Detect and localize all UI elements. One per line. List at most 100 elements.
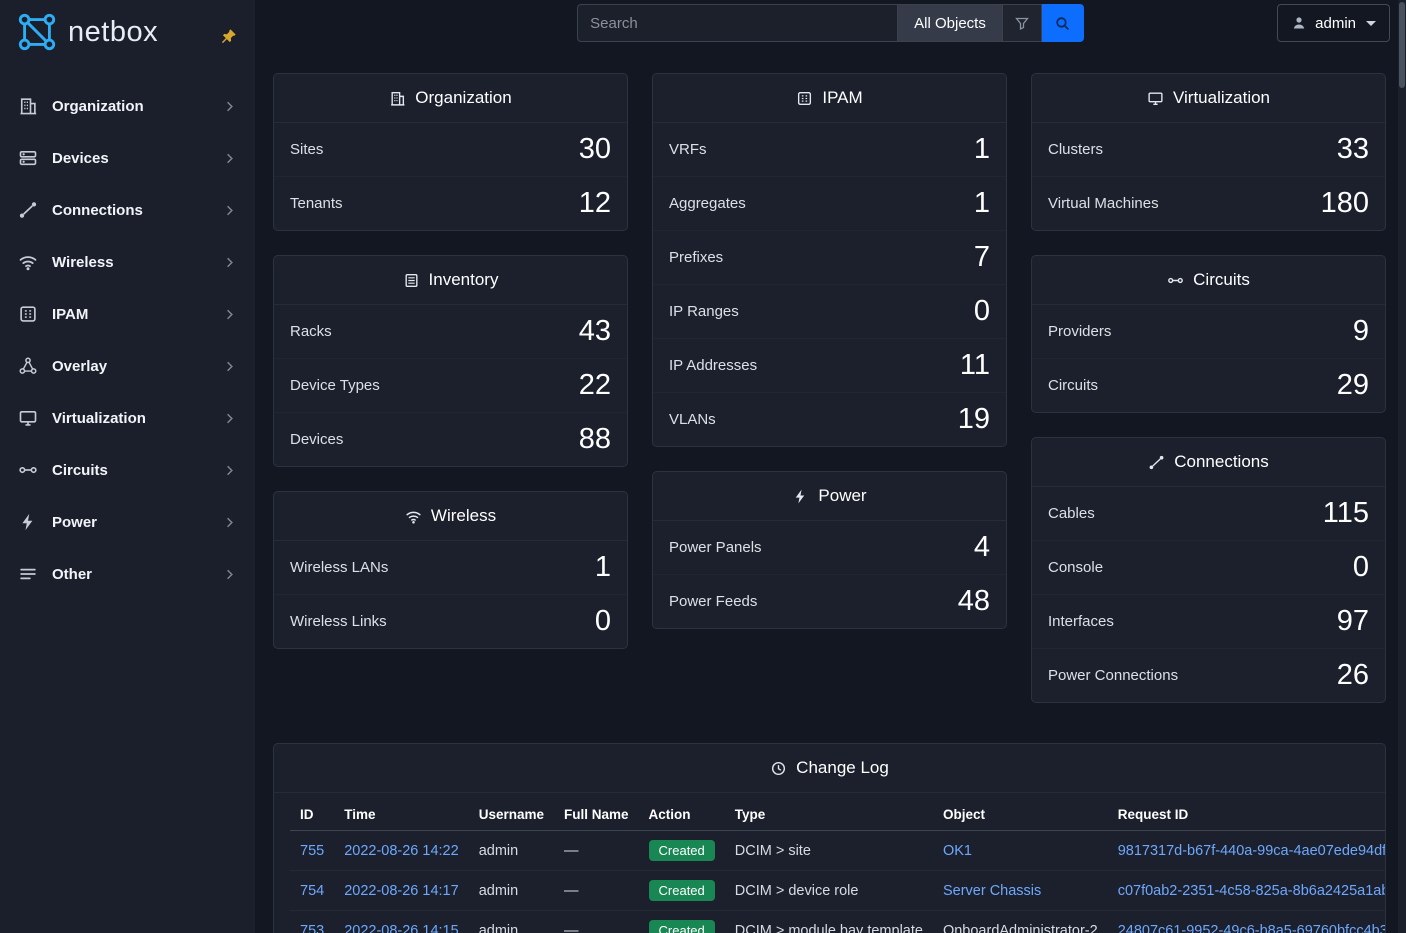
stat-row-aggregates[interactable]: Aggregates 1 [653, 177, 1006, 231]
power-bolt-icon [792, 488, 809, 505]
stat-row-power-feeds[interactable]: Power Feeds 48 [653, 575, 1006, 628]
stat-value: 26 [1337, 660, 1369, 691]
wifi-icon [18, 252, 38, 272]
stat-value: 1 [974, 188, 990, 219]
stat-row-racks[interactable]: Racks 43 [274, 305, 627, 359]
sidebar-item-label: Other [52, 566, 208, 583]
stat-label: IP Ranges [669, 303, 739, 320]
card-title: Virtualization [1032, 74, 1385, 123]
card-title-text: Wireless [431, 506, 496, 526]
stat-row-ip-addresses[interactable]: IP Addresses 11 [653, 339, 1006, 393]
changelog-card: Change Log ID Time Username Full Name Ac… [273, 743, 1386, 933]
change-time-link[interactable]: 2022-08-26 14:17 [344, 883, 459, 899]
stat-label: Providers [1048, 323, 1111, 340]
list-icon [18, 564, 38, 584]
stat-row-ip-ranges[interactable]: IP Ranges 0 [653, 285, 1006, 339]
pin-icon [219, 28, 237, 46]
dashboard: Organization Sites 30 Tenants 12 [255, 47, 1406, 933]
sidebar-item-wireless[interactable]: Wireless [0, 236, 255, 288]
sidebar-item-devices[interactable]: Devices [0, 132, 255, 184]
change-id-link[interactable]: 755 [300, 843, 324, 859]
card-circuits: Circuits Providers 9 Circuits 29 [1031, 255, 1386, 413]
stat-row-wireless-lans[interactable]: Wireless LANs 1 [274, 541, 627, 595]
stat-label: Devices [290, 431, 343, 448]
stat-value: 30 [579, 134, 611, 165]
card-inventory: Inventory Racks 43 Device Types 22 Devic… [273, 255, 628, 467]
sidebar-item-power[interactable]: Power [0, 496, 255, 548]
col-time: Time [334, 795, 469, 831]
sidebar-item-ipam[interactable]: IPAM [0, 288, 255, 340]
stat-value: 29 [1337, 370, 1369, 401]
col-username: Username [469, 795, 554, 831]
sidebar-item-overlay[interactable]: Overlay [0, 340, 255, 392]
object-type-selector[interactable]: All Objects [898, 4, 1003, 42]
change-type: DCIM > site [725, 831, 933, 871]
card-title-text: Organization [415, 88, 511, 108]
change-time-link[interactable]: 2022-08-26 14:15 [344, 923, 459, 933]
filter-icon [1014, 15, 1030, 31]
stat-row-interfaces[interactable]: Interfaces 97 [1032, 595, 1385, 649]
card-title: IPAM [653, 74, 1006, 123]
change-request-id-link[interactable]: 9817317d-b67f-440a-99ca-4ae07ede94df [1118, 843, 1386, 859]
user-menu-button[interactable]: admin [1277, 4, 1390, 42]
stat-row-power-connections[interactable]: Power Connections 26 [1032, 649, 1385, 702]
stat-row-console[interactable]: Console 0 [1032, 541, 1385, 595]
changelog-row: 755 2022-08-26 14:22 admin — Created DCI… [290, 831, 1386, 871]
change-id-link[interactable]: 753 [300, 923, 324, 933]
dashboard-column-1: Organization Sites 30 Tenants 12 [273, 73, 628, 649]
chevron-right-icon [222, 515, 237, 530]
scrollbar-track[interactable] [1398, 0, 1406, 933]
card-ipam: IPAM VRFs 1 Aggregates 1 Prefixes 7 [652, 73, 1007, 447]
action-badge: Created [649, 920, 715, 933]
sidebar-item-circuits[interactable]: Circuits [0, 444, 255, 496]
stat-value: 12 [579, 188, 611, 219]
stat-row-clusters[interactable]: Clusters 33 [1032, 123, 1385, 177]
stat-row-virtual-machines[interactable]: Virtual Machines 180 [1032, 177, 1385, 230]
filter-button[interactable] [1003, 4, 1042, 42]
stat-row-prefixes[interactable]: Prefixes 7 [653, 231, 1006, 285]
power-bolt-icon [18, 512, 38, 532]
stat-row-tenants[interactable]: Tenants 12 [274, 177, 627, 230]
stat-row-circuits[interactable]: Circuits 29 [1032, 359, 1385, 412]
stat-row-sites[interactable]: Sites 30 [274, 123, 627, 177]
change-object-link[interactable]: Server Chassis [943, 883, 1041, 899]
changelog-title-text: Change Log [796, 758, 889, 778]
netbox-logo[interactable]: netbox [16, 11, 158, 53]
col-id: ID [290, 795, 334, 831]
search-input[interactable] [577, 4, 898, 42]
sidebar-pin-button[interactable] [219, 28, 237, 46]
ipam-icon [18, 304, 38, 324]
stat-row-device-types[interactable]: Device Types 22 [274, 359, 627, 413]
inventory-icon [403, 272, 420, 289]
stat-value: 115 [1323, 498, 1369, 529]
chevron-right-icon [222, 99, 237, 114]
wifi-icon [405, 508, 422, 525]
ipam-grid-icon [796, 90, 813, 107]
sidebar-menu: Organization Devices Connections Wireles… [0, 80, 255, 600]
stat-row-cables[interactable]: Cables 115 [1032, 487, 1385, 541]
sidebar-item-label: Circuits [52, 462, 208, 479]
stat-row-providers[interactable]: Providers 9 [1032, 305, 1385, 359]
change-request-id-link[interactable]: 24807c61-9952-49c6-b8a5-69760bfcc4b3 [1118, 923, 1386, 933]
stat-row-vrfs[interactable]: VRFs 1 [653, 123, 1006, 177]
main-area: All Objects admin [255, 0, 1406, 933]
sidebar: netbox Organization Devices Connect [0, 0, 255, 933]
dashboard-column-2: IPAM VRFs 1 Aggregates 1 Prefixes 7 [652, 73, 1007, 629]
scrollbar-thumb[interactable] [1399, 2, 1405, 88]
stat-row-vlans[interactable]: VLANs 19 [653, 393, 1006, 446]
stat-row-devices[interactable]: Devices 88 [274, 413, 627, 466]
change-object-link[interactable]: OK1 [943, 843, 972, 859]
circuits-icon [1167, 272, 1184, 289]
sidebar-item-virtualization[interactable]: Virtualization [0, 392, 255, 444]
action-badge: Created [649, 880, 715, 901]
stat-row-power-panels[interactable]: Power Panels 4 [653, 521, 1006, 575]
search-submit-button[interactable] [1042, 4, 1084, 42]
change-id-link[interactable]: 754 [300, 883, 324, 899]
stat-row-wireless-links[interactable]: Wireless Links 0 [274, 595, 627, 648]
sidebar-item-other[interactable]: Other [0, 548, 255, 600]
sidebar-item-connections[interactable]: Connections [0, 184, 255, 236]
stat-value: 48 [958, 586, 990, 617]
change-time-link[interactable]: 2022-08-26 14:22 [344, 843, 459, 859]
change-request-id-link[interactable]: c07f0ab2-2351-4c58-825a-8b6a2425a1ab [1118, 883, 1386, 899]
sidebar-item-organization[interactable]: Organization [0, 80, 255, 132]
